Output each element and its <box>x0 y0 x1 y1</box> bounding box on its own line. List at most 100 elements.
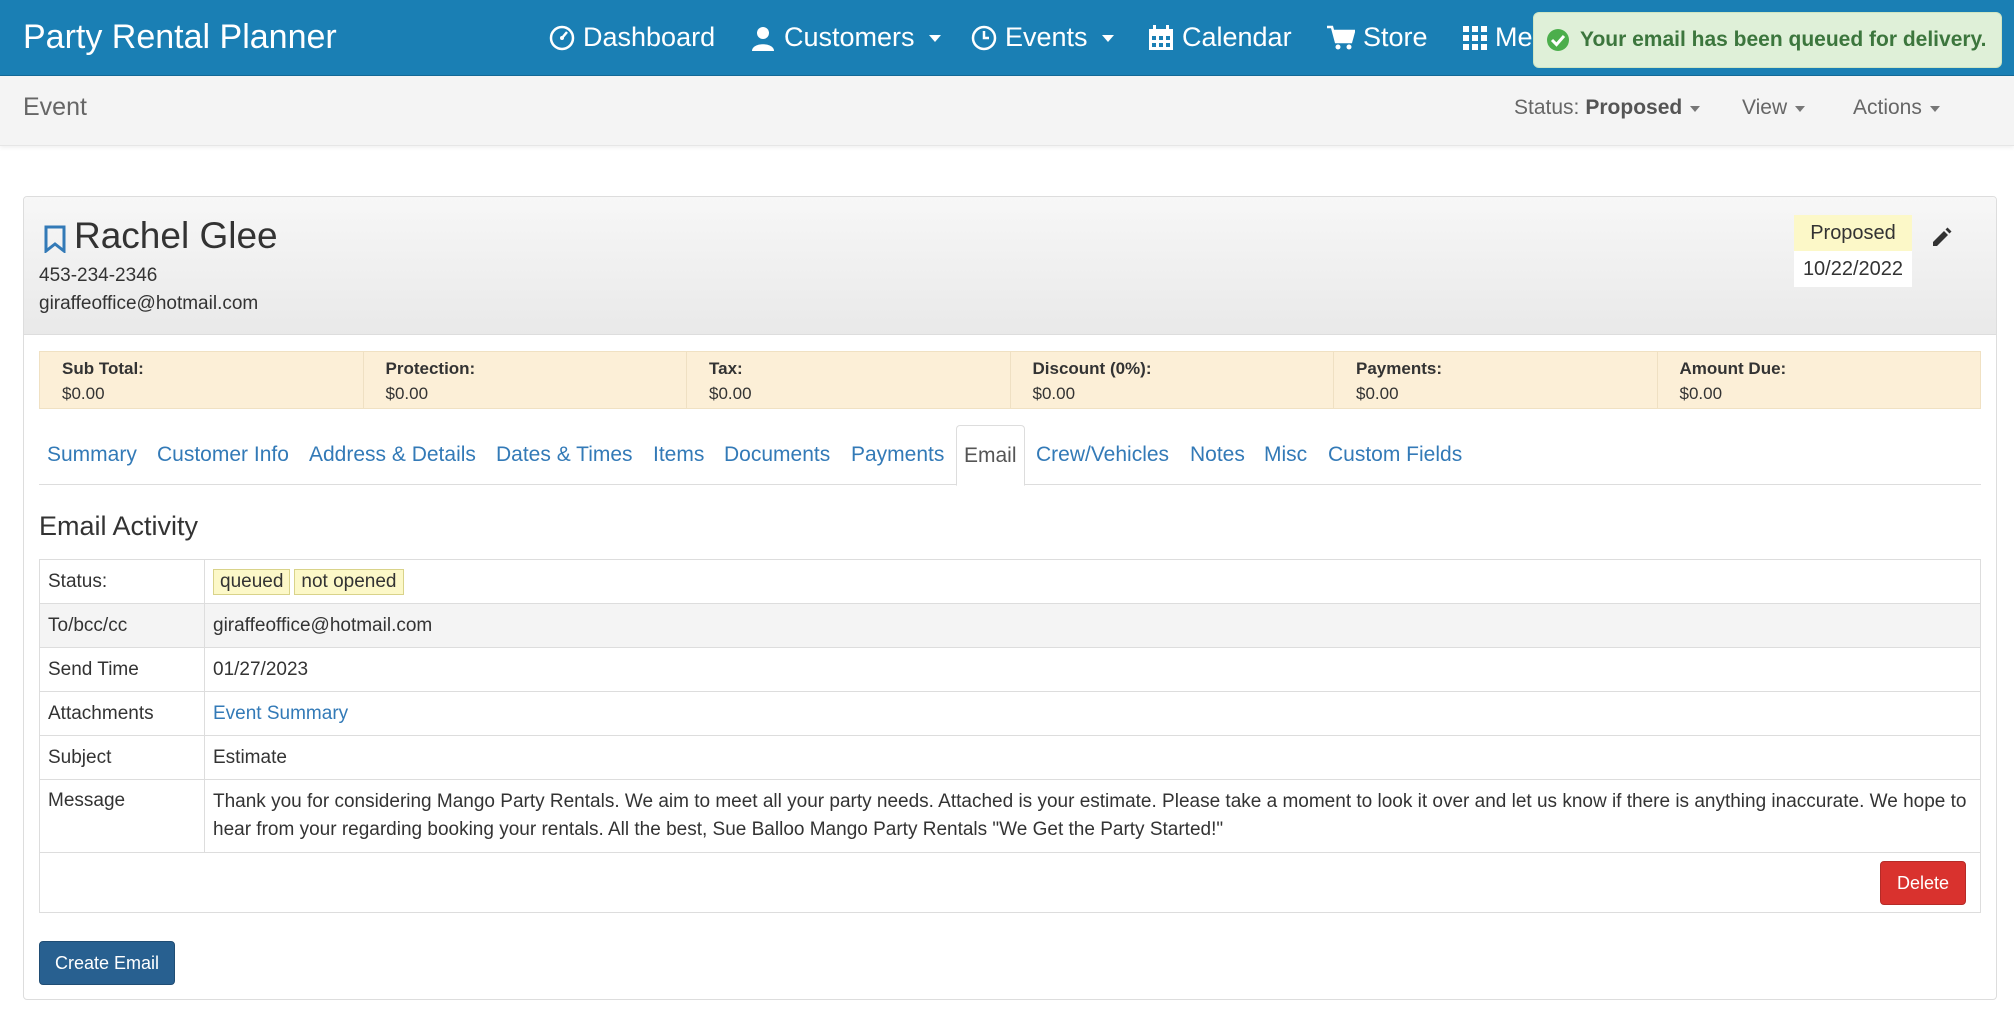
total-protection: Protection: $0.00 <box>364 352 687 408</box>
nav-menu-label: Me <box>1495 22 1533 52</box>
total-tax: Tax: $0.00 <box>687 352 1011 408</box>
cart-icon <box>1327 25 1355 49</box>
customer-phone: 453-234-2346 <box>39 265 158 286</box>
email-activity-table: Status: queued not opened To/bcc/cc giraf… <box>39 559 1981 913</box>
tab-crew-vehicles[interactable]: Crew/Vehicles <box>1036 425 1169 485</box>
chevron-down-icon <box>928 35 941 42</box>
row-label: Status: <box>39 559 205 604</box>
nav-calendar-label: Calendar <box>1182 22 1292 52</box>
actions-label: Actions <box>1853 96 1922 119</box>
event-status-box: Proposed 10/22/2022 <box>1794 215 1912 287</box>
row-label: Attachments <box>39 691 205 736</box>
create-email-button[interactable]: Create Email <box>39 941 175 985</box>
tab-misc[interactable]: Misc <box>1264 425 1307 485</box>
view-dropdown[interactable]: View <box>1742 96 1806 120</box>
row-label: Subject <box>39 735 205 780</box>
row-actions: Delete <box>39 852 1981 913</box>
chevron-down-icon <box>1690 106 1701 112</box>
tab-items[interactable]: Items <box>653 425 704 485</box>
total-label: Amount Due: <box>1679 359 1787 378</box>
tab-notes[interactable]: Notes <box>1190 425 1245 485</box>
calendar-icon <box>1149 24 1173 50</box>
table-row: Message Thank you for considering Mango … <box>39 779 1981 853</box>
nav-dashboard-label: Dashboard <box>583 22 716 52</box>
customer-email: giraffeoffice@hotmail.com <box>39 293 259 314</box>
status-badge: Proposed <box>1794 215 1912 251</box>
nav-menu[interactable]: Me <box>1463 22 1533 53</box>
clock-icon <box>971 25 997 50</box>
total-value: $0.00 <box>385 384 429 403</box>
row-label: Message <box>39 779 205 853</box>
table-row: Status: queued not opened <box>39 559 1981 604</box>
tab-summary[interactable]: Summary <box>47 425 137 485</box>
row-label: Send Time <box>39 647 205 692</box>
total-value: $0.00 <box>1032 384 1076 403</box>
tab-address-details[interactable]: Address & Details <box>309 425 476 485</box>
row-value: Thank you for considering Mango Party Re… <box>204 779 1981 853</box>
tab-custom-fields[interactable]: Custom Fields <box>1328 425 1462 485</box>
row-value: giraffeoffice@hotmail.com <box>204 603 1981 648</box>
nav-events[interactable]: Events <box>971 22 1114 53</box>
dashboard-icon <box>549 25 575 50</box>
total-label: Payments: <box>1356 359 1442 378</box>
page-title: Event <box>23 93 87 121</box>
nav-events-label: Events <box>1005 22 1088 52</box>
nav-store-label: Store <box>1363 22 1428 52</box>
total-label: Discount (0%): <box>1032 359 1152 378</box>
chevron-down-icon <box>1929 106 1940 112</box>
table-row: Send Time 01/27/2023 <box>39 647 1981 692</box>
nav-calendar[interactable]: Calendar <box>1148 22 1292 53</box>
nav-store[interactable]: Store <box>1327 22 1428 53</box>
customer-header: Rachel Glee 453-234-2346 giraffeoffice@h… <box>24 197 1996 335</box>
totals-bar: Sub Total: $0.00 Protection: $0.00 Tax: … <box>39 351 1981 409</box>
total-amount-due: Amount Due: $0.00 <box>1658 352 1981 408</box>
delete-button[interactable]: Delete <box>1880 861 1966 905</box>
actions-dropdown[interactable]: Actions <box>1853 96 1940 120</box>
total-value: $0.00 <box>1679 384 1723 403</box>
nav-dashboard[interactable]: Dashboard <box>549 22 715 53</box>
status-badge: not opened <box>294 568 404 595</box>
row-value: queued not opened <box>204 559 1981 604</box>
tab-payments[interactable]: Payments <box>851 425 944 485</box>
success-toast[interactable]: Your email has been queued for delivery. <box>1533 12 2002 68</box>
total-value: $0.00 <box>709 384 752 403</box>
event-panel: Rachel Glee 453-234-2346 giraffeoffice@h… <box>23 196 1997 1000</box>
total-payments: Payments: $0.00 <box>1334 352 1658 408</box>
grid-icon <box>1463 25 1487 50</box>
chevron-down-icon <box>1795 106 1806 112</box>
total-label: Protection: <box>385 359 476 378</box>
row-value: 01/27/2023 <box>204 647 1981 692</box>
attachment-link[interactable]: Event Summary <box>213 703 348 724</box>
brand-title[interactable]: Party Rental Planner <box>23 18 337 57</box>
tab-dates-times[interactable]: Dates & Times <box>496 425 633 485</box>
total-label: Sub Total: <box>62 359 144 378</box>
tab-documents[interactable]: Documents <box>724 425 830 485</box>
event-date: 10/22/2022 <box>1794 251 1912 287</box>
view-label: View <box>1742 96 1788 119</box>
pencil-icon[interactable] <box>1930 227 1952 249</box>
nav-customers[interactable]: Customers <box>750 22 941 53</box>
status-prefix: Status: <box>1514 96 1580 119</box>
sub-header: Event Status: Proposed View Actions <box>0 76 2014 146</box>
row-value: Event Summary <box>204 691 1981 736</box>
table-row: To/bcc/cc giraffeoffice@hotmail.com <box>39 603 1981 648</box>
tab-customer-info[interactable]: Customer Info <box>157 425 289 485</box>
table-row: Delete <box>39 852 1981 913</box>
total-value: $0.00 <box>62 384 105 403</box>
status-badge: queued <box>213 568 291 595</box>
toast-message: Your email has been queued for delivery. <box>1580 28 1987 51</box>
table-row: Subject Estimate <box>39 735 1981 780</box>
total-value: $0.00 <box>1356 384 1399 403</box>
customer-name: Rachel Glee <box>74 215 278 256</box>
nav-customers-label: Customers <box>784 22 915 52</box>
tab-email[interactable]: Email <box>956 425 1025 486</box>
section-title: Email Activity <box>39 511 199 541</box>
total-label: Tax: <box>709 359 743 378</box>
row-label: To/bcc/cc <box>39 603 205 648</box>
row-value: Estimate <box>204 735 1981 780</box>
bookmark-icon[interactable] <box>44 225 66 253</box>
status-dropdown[interactable]: Status: Proposed <box>1514 96 1701 120</box>
check-circle-icon <box>1547 29 1569 51</box>
user-icon <box>752 26 774 51</box>
table-row: Attachments Event Summary <box>39 691 1981 736</box>
